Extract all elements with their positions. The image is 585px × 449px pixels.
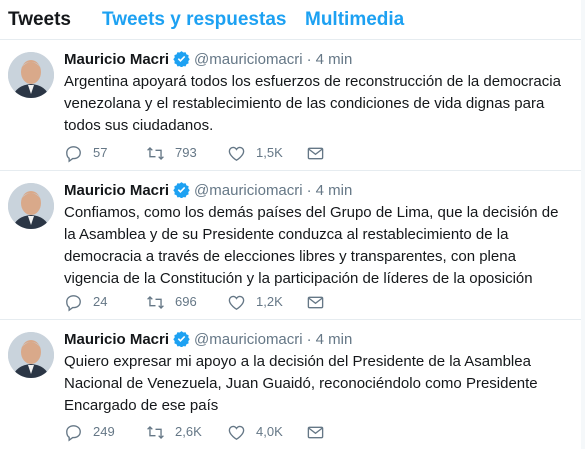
like-button[interactable]: 1,5K [227,141,283,165]
reply-icon [64,423,83,442]
direct-message-button[interactable] [306,420,325,444]
author-name[interactable]: Mauricio Macri [64,51,169,68]
author-handle[interactable]: @mauriciomacri [194,182,303,199]
author-name[interactable]: Mauricio Macri [64,182,169,199]
profile-tabs: Tweets Tweets y respuestas Multimedia [0,0,585,40]
tweet-header: Mauricio Macri @mauriciomacri · 4 min [64,330,352,350]
tweet[interactable]: Mauricio Macri @mauriciomacri · 4 min Quier… [0,320,585,449]
heart-icon [227,293,246,312]
retweet-icon [146,423,165,442]
retweet-button[interactable]: 793 [146,141,197,165]
tweet-actions: 24 696 1,2K [64,290,544,314]
verified-icon [173,50,190,68]
avatar[interactable] [8,52,54,98]
envelope-icon [306,144,325,163]
reply-count: 249 [93,424,115,439]
author-name[interactable]: Mauricio Macri [64,331,169,348]
scrollbar-track[interactable] [581,0,585,449]
tweet[interactable]: Mauricio Macri @mauriciomacri · 4 min Argen… [0,40,585,171]
tweet-text: Confiamos, como los demás países del Gru… [64,204,559,287]
retweet-button[interactable]: 2,6K [146,420,202,444]
reply-button[interactable]: 249 [64,420,115,444]
tab-media[interactable]: Multimedia [305,9,404,31]
direct-message-button[interactable] [306,290,325,314]
reply-count: 57 [93,145,108,160]
tweet-text: Argentina apoyará todos los esfuerzos de… [64,73,561,134]
author-handle[interactable]: @mauriciomacri [194,51,303,68]
tweet-actions: 57 793 1,5K [64,141,544,165]
reply-button[interactable]: 57 [64,141,107,165]
author-handle[interactable]: @mauriciomacri [194,331,303,348]
retweet-icon [146,293,165,312]
reply-icon [64,144,83,163]
envelope-icon [306,423,325,442]
tweet-header: Mauricio Macri @mauriciomacri · 4 min [64,181,352,201]
retweet-count: 793 [175,145,197,160]
tweet[interactable]: Mauricio Macri @mauriciomacri · 4 min Confi… [0,171,585,320]
like-count: 1,2K [256,294,283,309]
tweet-actions: 249 2,6K 4,0K [64,420,544,444]
retweet-count: 2,6K [175,424,202,439]
separator: · [306,51,312,68]
avatar[interactable] [8,183,54,229]
heart-icon [227,144,246,163]
retweet-icon [146,144,165,163]
tab-tweets-and-replies[interactable]: Tweets y respuestas [102,9,286,31]
tab-tweets[interactable]: Tweets [8,9,71,31]
timestamp[interactable]: 4 min [316,51,353,68]
reply-count: 24 [93,294,108,309]
reply-button[interactable]: 24 [64,290,107,314]
like-count: 4,0K [256,424,283,439]
like-button[interactable]: 4,0K [227,420,283,444]
avatar[interactable] [8,332,54,378]
like-button[interactable]: 1,2K [227,290,283,314]
reply-icon [64,293,83,312]
verified-icon [173,330,190,348]
heart-icon [227,423,246,442]
retweet-button[interactable]: 696 [146,290,197,314]
direct-message-button[interactable] [306,141,325,165]
retweet-count: 696 [175,294,197,309]
tweet-text: Quiero expresar mi apoyo a la decisión d… [64,353,538,414]
like-count: 1,5K [256,145,283,160]
timestamp[interactable]: 4 min [316,331,353,348]
timestamp[interactable]: 4 min [316,182,353,199]
verified-icon [173,181,190,199]
tweet-header: Mauricio Macri @mauriciomacri · 4 min [64,50,352,70]
separator: · [306,331,312,348]
separator: · [306,182,312,199]
envelope-icon [306,293,325,312]
